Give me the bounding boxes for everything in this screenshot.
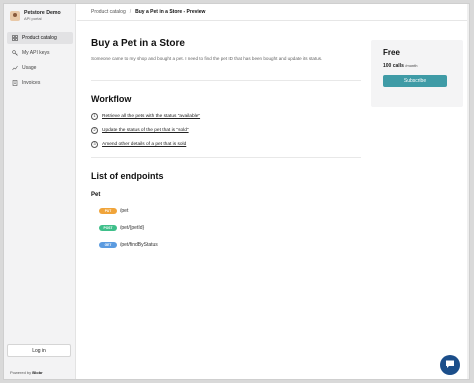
workflow-step: 3 Amend other details of a pet that is s… bbox=[91, 139, 361, 149]
breadcrumb-separator: / bbox=[129, 9, 132, 15]
brand-subtitle: API portal bbox=[24, 16, 42, 21]
plan-card: Free 100 calls /month Subscribe bbox=[371, 40, 463, 107]
divider bbox=[91, 157, 361, 158]
sidebar-item-label: Product catalog bbox=[22, 35, 57, 41]
endpoint-row[interactable]: PUT /pet bbox=[91, 206, 361, 216]
plan-name: Free bbox=[383, 48, 400, 57]
subscribe-button[interactable]: Subscribe bbox=[383, 75, 447, 87]
sidebar-item-usage[interactable]: Usage bbox=[7, 62, 73, 74]
powered-by[interactable]: Powered by Blobr bbox=[10, 370, 43, 375]
scrollbar[interactable] bbox=[467, 4, 469, 379]
endpoint-path: /pet bbox=[120, 208, 129, 214]
method-badge-put: PUT bbox=[99, 208, 117, 214]
breadcrumb-product-catalog[interactable]: Product catalog bbox=[91, 9, 126, 15]
app-window: Petstore Demo API portal Product catalog… bbox=[3, 3, 470, 380]
endpoint-path: /pet/findByStatus bbox=[120, 242, 158, 248]
endpoint-path: /pet/{petId} bbox=[120, 225, 145, 231]
sidebar-item-label: Invoices bbox=[22, 80, 41, 86]
chat-button[interactable] bbox=[440, 355, 460, 375]
workflow-title: Workflow bbox=[91, 94, 132, 104]
step-number: 3 bbox=[91, 140, 98, 148]
breadcrumb: Product catalog / Buy a Pet in a Store -… bbox=[77, 4, 469, 21]
plan-calls: 100 calls bbox=[383, 63, 404, 69]
endpoint-list: PUT /pet POST /pet/{petId} GET /pet/find… bbox=[91, 206, 361, 250]
endpoint-group-title: Pet bbox=[91, 192, 101, 198]
sidebar-item-label: My API keys bbox=[22, 50, 50, 56]
step-number: 1 bbox=[91, 112, 98, 120]
page-title: Buy a Pet in a Store bbox=[91, 38, 185, 49]
login-button[interactable]: Log in bbox=[7, 344, 71, 357]
method-badge-post: POST bbox=[99, 225, 117, 231]
sidebar-item-label: Usage bbox=[22, 65, 37, 71]
sidebar: Petstore Demo API portal Product catalog… bbox=[4, 4, 76, 379]
powered-by-brand: Blobr bbox=[32, 370, 43, 375]
sidebar-item-invoices[interactable]: Invoices bbox=[7, 77, 73, 89]
plan-period: /month bbox=[405, 63, 418, 68]
step-number: 2 bbox=[91, 126, 98, 134]
sidebar-item-product-catalog[interactable]: Product catalog bbox=[7, 32, 73, 44]
chat-icon bbox=[445, 356, 455, 374]
step-link[interactable]: Retrieve all the pets with the status "a… bbox=[102, 114, 200, 119]
invoice-icon bbox=[12, 80, 18, 86]
divider bbox=[91, 80, 361, 81]
page-description: Someone came to my shop and bought a pet… bbox=[91, 56, 323, 61]
workflow-step: 2 Update the status of the pet that is "… bbox=[91, 125, 361, 135]
workflow-step: 1 Retrieve all the pets with the status … bbox=[91, 111, 361, 121]
endpoint-row[interactable]: POST /pet/{petId} bbox=[91, 223, 361, 233]
catalog-icon bbox=[12, 35, 18, 41]
sidebar-item-api-keys[interactable]: My API keys bbox=[7, 47, 73, 59]
step-link[interactable]: Update the status of the pet that is "so… bbox=[102, 128, 189, 133]
workflow-steps: 1 Retrieve all the pets with the status … bbox=[91, 111, 361, 149]
breadcrumb-current: Buy a Pet in a Store - Preview bbox=[135, 9, 206, 15]
sidebar-nav: Product catalog My API keys Usage Invoic… bbox=[7, 32, 73, 92]
usage-chart-icon bbox=[12, 65, 18, 71]
plan-quota: 100 calls /month bbox=[383, 63, 451, 69]
powered-by-prefix: Powered by bbox=[10, 370, 32, 375]
endpoints-title: List of endpoints bbox=[91, 171, 164, 181]
key-icon bbox=[12, 50, 18, 56]
main-content: Buy a Pet in a Store Someone came to my … bbox=[91, 38, 361, 257]
brand-logo bbox=[10, 11, 20, 21]
step-link[interactable]: Amend other details of a pet that is sol… bbox=[102, 142, 186, 147]
endpoint-row[interactable]: GET /pet/findByStatus bbox=[91, 240, 361, 250]
brand[interactable]: Petstore Demo API portal bbox=[10, 10, 61, 21]
method-badge-get: GET bbox=[99, 242, 117, 248]
